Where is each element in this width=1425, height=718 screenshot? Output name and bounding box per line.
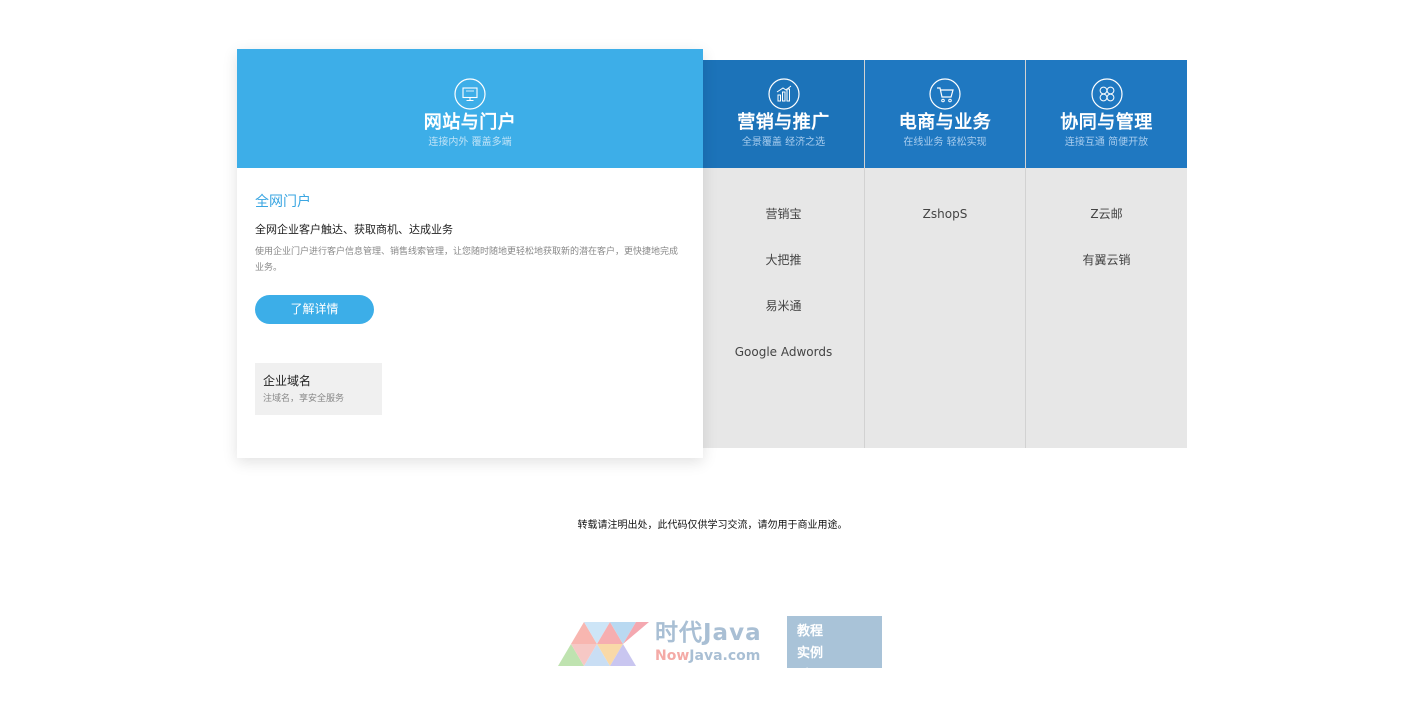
- column-item-list: ZshopS: [865, 168, 1025, 246]
- mini-card-subtitle: 注域名，享安全服务: [263, 394, 345, 404]
- copyright-notice: 转载请注明出处，此代码仅供学习交流，请勿用于商业用途。: [577, 520, 848, 531]
- column-item-list: Z云邮 有翼云销: [1026, 168, 1187, 292]
- column-subtitle: 在线业务 轻松实现: [903, 137, 987, 148]
- column-ecommerce: 电商与业务 在线业务 轻松实现 ZshopS: [864, 60, 1025, 448]
- mini-card-title: 企业域名: [263, 374, 312, 388]
- column-item-list: 营销宝 大把推 易米通 Google Adwords: [703, 168, 864, 384]
- section-description: 使用企业门户进行客户信息管理、销售线索管理，让您随时随地更轻松地获取新的潜在客户…: [255, 247, 679, 273]
- chart-icon: [767, 78, 800, 110]
- section-title: 全网门户: [255, 194, 311, 210]
- logo-link-examples[interactable]: 实例: [797, 643, 837, 665]
- card-title: 网站与门户: [423, 112, 517, 133]
- column-header-marketing[interactable]: 营销与推广 全景覆盖 经济之选: [703, 60, 864, 168]
- list-item[interactable]: 有翼云销: [1026, 246, 1187, 292]
- active-card-website-portal: 网站与门户 连接内外 覆盖多端 全网门户 全网企业客户触达、获取商机、达成业务 …: [237, 49, 703, 458]
- list-item[interactable]: 营销宝: [703, 200, 864, 246]
- domain-mini-card[interactable]: 企业域名 注域名，享安全服务: [255, 363, 382, 415]
- card-body: 全网门户 全网企业客户触达、获取商机、达成业务 使用企业门户进行客户信息管理、销…: [237, 193, 703, 415]
- column-header-collaboration[interactable]: 协同与管理 连接互通 简便开放: [1026, 60, 1187, 168]
- logo-en-prefix: Now: [655, 648, 690, 664]
- clover-icon: [1090, 78, 1123, 110]
- logo-triangles-icon: [558, 622, 649, 666]
- column-header-ecommerce[interactable]: 电商与业务 在线业务 轻松实现: [865, 60, 1025, 168]
- logo-en-suffix: Java.com: [689, 648, 761, 664]
- learn-more-button[interactable]: 了解详情: [255, 295, 374, 324]
- card-header[interactable]: 网站与门户 连接内外 覆盖多端: [237, 49, 703, 168]
- logo-link-manual[interactable]: 手册: [797, 665, 837, 687]
- list-item[interactable]: 大把推: [703, 246, 864, 292]
- column-marketing: 营销与推广 全景覆盖 经济之选 营销宝 大把推 易米通 Google Adwor…: [703, 60, 864, 448]
- logo-link-tutorial[interactable]: 教程: [797, 621, 837, 643]
- logo-links-box: 教程实例 手册下载: [787, 616, 882, 705]
- nowjava-logo[interactable]: 时代Java NowJava.com 教程实例 手册下载: [558, 616, 883, 705]
- column-title: 电商与业务: [898, 112, 992, 133]
- card-subtitle: 连接内外 覆盖多端: [428, 137, 512, 148]
- logo-link-download[interactable]: 下载: [797, 687, 837, 709]
- list-item[interactable]: Z云邮: [1026, 200, 1187, 246]
- list-item[interactable]: ZshopS: [865, 200, 1025, 246]
- logo-en-text: NowJava.com: [655, 647, 762, 665]
- column-subtitle: 连接互通 简便开放: [1064, 137, 1149, 148]
- column-collaboration: 协同与管理 连接互通 简便开放 Z云邮 有翼云销: [1025, 60, 1187, 448]
- section-lead: 全网企业客户触达、获取商机、达成业务: [255, 223, 453, 236]
- column-title: 协同与管理: [1060, 112, 1153, 133]
- list-item[interactable]: Google Adwords: [703, 338, 864, 384]
- logo-text: 时代Java NowJava.com: [655, 619, 762, 665]
- list-item[interactable]: 易米通: [703, 292, 864, 338]
- column-title: 营销与推广: [737, 112, 830, 133]
- cart-icon: [929, 78, 961, 110]
- column-subtitle: 全景覆盖 经济之选: [741, 137, 826, 148]
- monitor-icon: [454, 78, 486, 110]
- logo-cn-text: 时代Java: [655, 620, 762, 646]
